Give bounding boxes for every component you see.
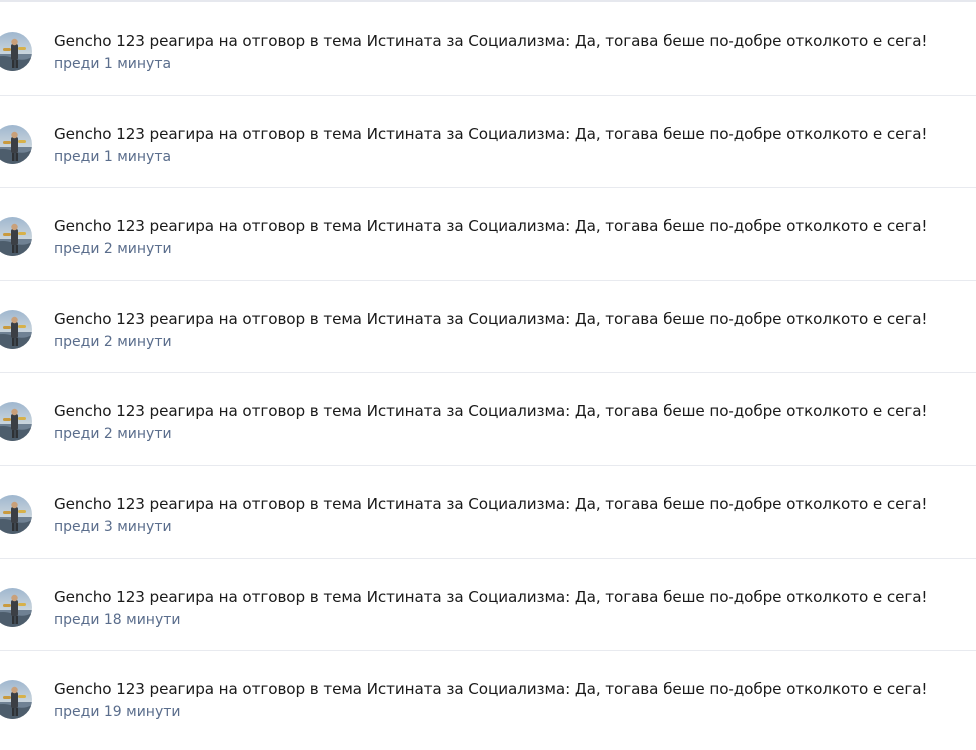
avatar-photo-icon: [0, 587, 32, 627]
notification-text[interactable]: Gencho 123 реагира на отговор в тема Ист…: [54, 216, 976, 236]
notification-list: Gencho 123 реагира на отговор в тема Ист…: [0, 3, 976, 744]
notification-item[interactable]: Gencho 123 реагира на отговор в тема Ист…: [0, 96, 976, 189]
notification-time: преди 2 минути: [54, 333, 172, 350]
user-avatar[interactable]: [0, 680, 32, 720]
notification-item[interactable]: Gencho 123 реагира на отговор в тема Ист…: [0, 466, 976, 559]
top-divider: [0, 0, 976, 2]
avatar-photo-icon: [0, 32, 32, 71]
user-avatar[interactable]: [0, 402, 32, 442]
notification-content: Gencho 123 реагира на отговор в тема Ист…: [54, 309, 976, 351]
avatar-photo-icon: [0, 494, 32, 534]
notification-content: Gencho 123 реагира на отговор в тема Ист…: [54, 401, 976, 443]
notification-content: Gencho 123 реагира на отговор в тема Ист…: [54, 216, 976, 258]
notification-item[interactable]: Gencho 123 реагира на отговор в тема Ист…: [0, 559, 976, 652]
notification-content: Gencho 123 реагира на отговор в тема Ист…: [54, 679, 976, 721]
notification-time: преди 18 минути: [54, 611, 181, 628]
notification-text[interactable]: Gencho 123 реагира на отговор в тема Ист…: [54, 309, 976, 329]
avatar-photo-icon: [0, 309, 32, 349]
notification-content: Gencho 123 реагира на отговор в тема Ист…: [54, 31, 976, 73]
notification-item[interactable]: Gencho 123 реагира на отговор в тема Ист…: [0, 3, 976, 96]
notification-content: Gencho 123 реагира на отговор в тема Ист…: [54, 587, 976, 629]
avatar-photo-icon: [0, 402, 32, 442]
notification-time: преди 1 минута: [54, 56, 172, 72]
notification-item[interactable]: Gencho 123 реагира на отговор в тема Ист…: [0, 281, 976, 374]
avatar-photo-icon: [0, 680, 32, 720]
notification-time: преди 2 минути: [54, 426, 172, 443]
notification-time: преди 3 минути: [54, 518, 172, 535]
notification-time: преди 1 минута: [54, 148, 172, 165]
user-avatar[interactable]: [0, 32, 32, 71]
notification-text[interactable]: Gencho 123 реагира на отговор в тема Ист…: [54, 124, 976, 144]
notification-time: преди 19 минути: [54, 704, 181, 721]
user-avatar[interactable]: [0, 587, 32, 627]
notification-item[interactable]: Gencho 123 реагира на отговор в тема Ист…: [0, 373, 976, 466]
notification-content: Gencho 123 реагира на отговор в тема Ист…: [54, 494, 976, 536]
notification-text[interactable]: Gencho 123 реагира на отговор в тема Ист…: [54, 679, 976, 699]
notification-text[interactable]: Gencho 123 реагира на отговор в тема Ист…: [54, 494, 976, 514]
user-avatar[interactable]: [0, 217, 32, 257]
notification-item[interactable]: Gencho 123 реагира на отговор в тема Ист…: [0, 188, 976, 281]
user-avatar[interactable]: [0, 494, 32, 534]
user-avatar[interactable]: [0, 309, 32, 349]
user-avatar[interactable]: [0, 124, 32, 164]
notification-text[interactable]: Gencho 123 реагира на отговор в тема Ист…: [54, 401, 976, 421]
avatar-photo-icon: [0, 124, 32, 164]
notification-time: преди 2 минути: [54, 241, 172, 258]
avatar-photo-icon: [0, 217, 32, 257]
notification-item[interactable]: Gencho 123 реагира на отговор в тема Ист…: [0, 651, 976, 744]
notification-text[interactable]: Gencho 123 реагира на отговор в тема Ист…: [54, 31, 976, 51]
notification-content: Gencho 123 реагира на отговор в тема Ист…: [54, 124, 976, 166]
notification-text[interactable]: Gencho 123 реагира на отговор в тема Ист…: [54, 587, 976, 607]
